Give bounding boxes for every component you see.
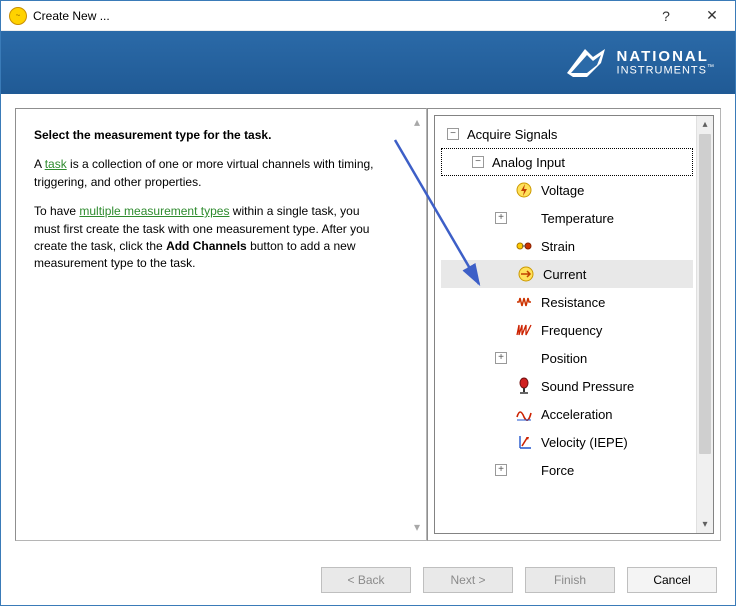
tree-node-label: Position: [541, 351, 587, 366]
tree-node-velocity-iepe-[interactable]: Velocity (IEPE): [439, 428, 695, 456]
instructions-content: Select the measurement type for the task…: [16, 109, 408, 540]
plus-icon: [515, 209, 533, 227]
tree-node-strain[interactable]: Strain: [439, 232, 695, 260]
tree-wrapper: − Acquire Signals − Analog Input Voltage…: [434, 115, 714, 534]
current-icon: [517, 265, 535, 283]
instructions-scroll-down[interactable]: ▾: [410, 520, 424, 534]
tree-node-label: Velocity (IEPE): [541, 435, 628, 450]
expander-spacer: [495, 296, 507, 308]
back-button[interactable]: < Back: [321, 567, 411, 593]
tree-node-acquire-signals[interactable]: − Acquire Signals: [439, 120, 695, 148]
expander-icon[interactable]: +: [495, 352, 507, 364]
expander-spacer: [495, 436, 507, 448]
tree-node-label: Voltage: [541, 183, 584, 198]
scroll-thumb[interactable]: [699, 134, 711, 454]
expander-spacer: [495, 324, 507, 336]
tree-scrollbar[interactable]: ▴ ▾: [696, 116, 713, 533]
app-icon: ~: [9, 7, 27, 25]
expander-spacer: [495, 408, 507, 420]
tree-node-label: Frequency: [541, 323, 602, 338]
scroll-down-icon[interactable]: ▾: [697, 516, 713, 533]
instructions-scroll-up[interactable]: ▴: [410, 115, 424, 129]
tree-node-label: Strain: [541, 239, 575, 254]
expander-spacer: [495, 184, 507, 196]
tree-node-label: Temperature: [541, 211, 614, 226]
expander-spacer: [497, 268, 509, 280]
finish-button[interactable]: Finish: [525, 567, 615, 593]
tree-node-position[interactable]: + Position: [439, 344, 695, 372]
tree-node-temperature[interactable]: + Temperature: [439, 204, 695, 232]
instructions-p1: A task is a collection of one or more vi…: [34, 156, 388, 191]
tree-node-force[interactable]: + Force: [439, 456, 695, 484]
scroll-up-icon[interactable]: ▴: [697, 116, 713, 133]
expander-spacer: [495, 380, 507, 392]
window-title: Create New ...: [33, 9, 643, 23]
plus-icon: [515, 461, 533, 479]
sound-icon: [515, 377, 533, 395]
next-button[interactable]: Next >: [423, 567, 513, 593]
velocity-icon: [515, 433, 533, 451]
accel-icon: [515, 405, 533, 423]
expander-icon[interactable]: −: [472, 156, 484, 168]
tree-node-label: Sound Pressure: [541, 379, 634, 394]
task-link[interactable]: task: [45, 157, 67, 171]
ni-logo: NATIONAL INSTRUMENTS™: [563, 43, 715, 83]
dialog-body: Select the measurement type for the task…: [1, 94, 735, 555]
tree-node-current[interactable]: Current: [441, 260, 693, 288]
brand-banner: NATIONAL INSTRUMENTS™: [1, 31, 735, 94]
tree-column: − Acquire Signals − Analog Input Voltage…: [427, 108, 721, 541]
resistance-icon: [515, 293, 533, 311]
expander-icon[interactable]: +: [495, 464, 507, 476]
expander-spacer: [495, 240, 507, 252]
tree-node-voltage[interactable]: Voltage: [439, 176, 695, 204]
instructions-heading: Select the measurement type for the task…: [34, 127, 388, 144]
help-button[interactable]: ?: [643, 1, 689, 31]
ni-eagle-icon: [563, 43, 609, 83]
wizard-footer: < Back Next > Finish Cancel: [1, 555, 735, 605]
frequency-icon: [515, 321, 533, 339]
tree-node-label: Force: [541, 463, 574, 478]
plus-icon: [515, 349, 533, 367]
tree-node-resistance[interactable]: Resistance: [439, 288, 695, 316]
tree-node-analog-input[interactable]: − Analog Input: [441, 148, 693, 176]
multiple-types-link[interactable]: multiple measurement types: [79, 204, 229, 218]
dialog-window: ~ Create New ... ? ✕ NATIONAL INSTRUMENT…: [0, 0, 736, 606]
brand-line1: NATIONAL: [617, 48, 709, 65]
tree-node-frequency[interactable]: Frequency: [439, 316, 695, 344]
close-button[interactable]: ✕: [689, 1, 735, 31]
instructions-column: Select the measurement type for the task…: [15, 108, 427, 541]
tree-node-sound-pressure[interactable]: Sound Pressure: [439, 372, 695, 400]
tree-node-label: Resistance: [541, 295, 605, 310]
add-channels-label: Add Channels: [166, 239, 247, 253]
tree-node-label: Acceleration: [541, 407, 613, 422]
strain-icon: [515, 237, 533, 255]
tree-node-label: Current: [543, 267, 586, 282]
expander-icon[interactable]: −: [447, 128, 459, 140]
expander-icon[interactable]: +: [495, 212, 507, 224]
tree-node-acceleration[interactable]: Acceleration: [439, 400, 695, 428]
instructions-p2: To have multiple measurement types withi…: [34, 203, 388, 273]
instructions-panel: Select the measurement type for the task…: [15, 108, 427, 541]
titlebar: ~ Create New ... ? ✕: [1, 1, 735, 31]
voltage-icon: [515, 181, 533, 199]
measurement-tree[interactable]: − Acquire Signals − Analog Input Voltage…: [439, 120, 695, 529]
tree-panel: − Acquire Signals − Analog Input Voltage…: [427, 108, 721, 541]
brand-line2: INSTRUMENTS: [617, 64, 707, 76]
brand-tm: ™: [707, 64, 715, 71]
cancel-button[interactable]: Cancel: [627, 567, 717, 593]
